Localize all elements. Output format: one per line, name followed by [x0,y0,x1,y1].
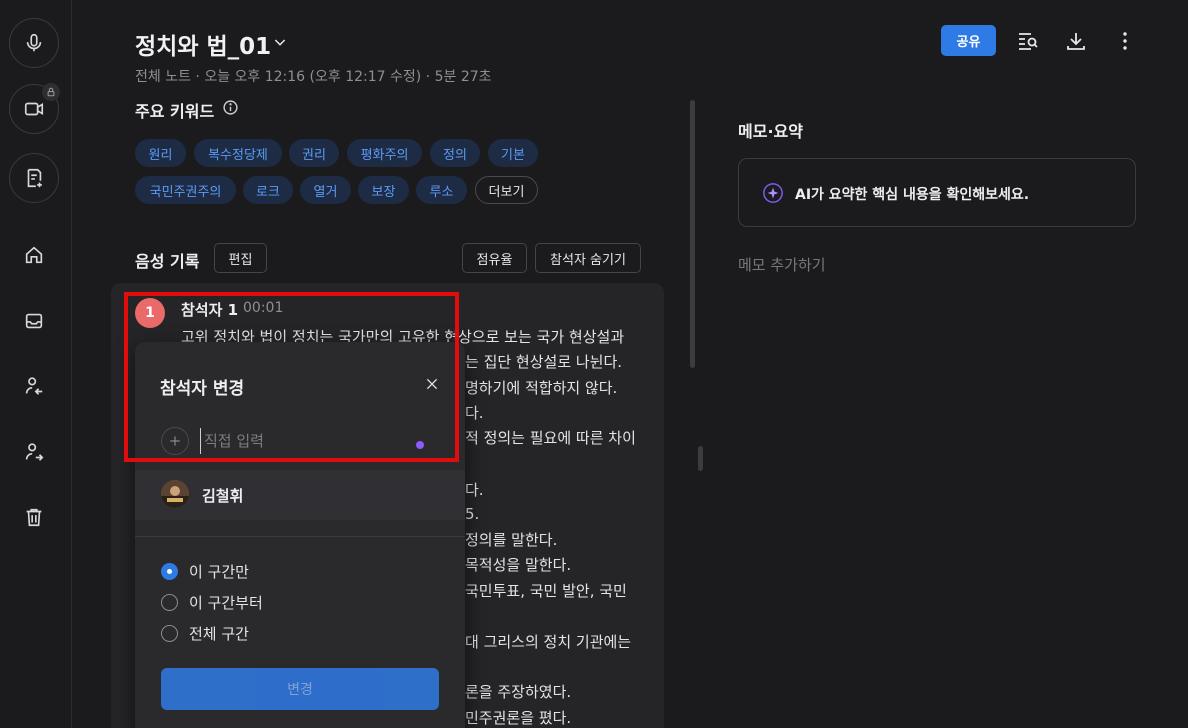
memo-title: 메모·요약 [738,122,803,141]
lock-icon [42,83,60,101]
transcript-line: 다. [465,481,484,499]
keyword-chip[interactable]: 열거 [300,176,351,204]
transcript-line: 민주권론을 폈다. [465,709,572,727]
transcript-line: 대 그리스의 정치 기관에는 [465,633,632,651]
transcript-line: 5. [465,505,480,523]
video-camera-icon [24,102,44,116]
note-meta: 전체 노트 · 오늘 오후 12:16 (오후 12:17 수정) · 5분 2… [135,69,492,85]
speaker-input-wrap [200,428,430,454]
keyword-chip[interactable]: 정의 [430,139,480,167]
transcript-line: 정의를 말한다. [465,531,558,549]
panel-resize-handle[interactable] [698,446,703,471]
search-transcript-icon[interactable] [1015,28,1041,54]
shared-by-me-icon[interactable] [22,440,46,464]
add-memo-field[interactable]: 메모 추가하기 [738,254,826,275]
transcript-line: 국민투표, 국민 발안, 국민 [465,582,627,600]
radio-from-segment[interactable] [161,594,178,611]
keyword-chip[interactable]: 복수정당제 [194,139,282,167]
keyword-chip[interactable]: 권리 [289,139,339,167]
share-button[interactable]: 공유 [941,25,996,56]
record-voice-button[interactable] [9,18,59,68]
share-ratio-button[interactable]: 점유율 [462,243,527,273]
hide-speakers-button[interactable]: 참석자 숨기기 [535,243,641,273]
record-video-button[interactable] [9,83,60,134]
status-dot [416,441,424,449]
chevron-down-icon[interactable] [272,34,288,54]
keyword-chip[interactable]: 평화주의 [347,139,422,167]
radio-label[interactable]: 이 구간만 [189,561,249,582]
trash-icon[interactable] [22,505,46,529]
keyword-chip[interactable]: 로크 [243,176,293,204]
timestamp[interactable]: 00:01 [243,300,283,316]
transcript-line: 는 집단 현상설로 나뉜다. [465,353,623,371]
download-icon[interactable] [1063,28,1089,54]
transcript-title: 음성 기록 [135,252,200,271]
ai-summary-prompt[interactable]: AI가 요약한 핵심 내용을 확인해보세요. [795,184,1029,204]
speaker-name-input[interactable] [200,428,430,454]
keyword-chip[interactable]: 루소 [416,176,467,204]
more-vertical-icon[interactable] [1112,28,1138,54]
keyword-chip[interactable]: 원리 [135,139,186,167]
new-note-button[interactable] [9,153,59,203]
speaker-badge[interactable]: 1 [135,298,165,328]
transcript-line: 다. [465,404,484,422]
keyword-chip[interactable]: 기본 [488,139,538,167]
home-icon[interactable] [22,243,46,267]
transcript-line: 목적성을 말한다. [465,556,572,574]
radio-all-segments[interactable] [161,625,178,642]
speaker-option-name[interactable]: 김철휘 [202,485,243,506]
more-keywords-button[interactable]: 더보기 [475,176,538,204]
close-icon[interactable] [422,374,442,394]
microphone-icon [26,33,42,52]
transcript-scrollbar[interactable] [690,100,695,368]
transcript-line: 명하기에 적합하지 않다. [465,379,618,397]
plus-icon [170,436,180,446]
inbox-icon[interactable] [22,309,46,333]
avatar [161,480,189,508]
sparkle-icon [762,182,784,208]
divider [135,536,465,537]
speaker-name[interactable]: 참석자 1 [181,299,238,320]
add-speaker-button[interactable] [161,427,189,455]
change-button[interactable]: 변경 [161,668,439,710]
shared-with-me-icon[interactable] [22,374,46,398]
keyword-chip[interactable]: 국민주권주의 [135,176,236,204]
info-icon[interactable] [222,99,239,120]
transcript-line: 적 정의는 필요에 따른 차이 [465,429,636,447]
keywords-title: 주요 키워드 [135,102,215,121]
left-rail [0,0,72,728]
radio-this-segment[interactable] [161,563,178,580]
keyword-chip[interactable]: 보장 [358,176,409,204]
transcript-line: 론을 주장하였다. [465,683,572,701]
note-add-icon [27,168,42,188]
radio-label[interactable]: 이 구간부터 [189,592,263,613]
note-title[interactable]: 정치와 법_01 [135,27,271,61]
edit-button[interactable]: 편집 [214,243,267,273]
popup-title: 참석자 변경 [160,379,245,399]
radio-label[interactable]: 전체 구간 [189,623,249,644]
